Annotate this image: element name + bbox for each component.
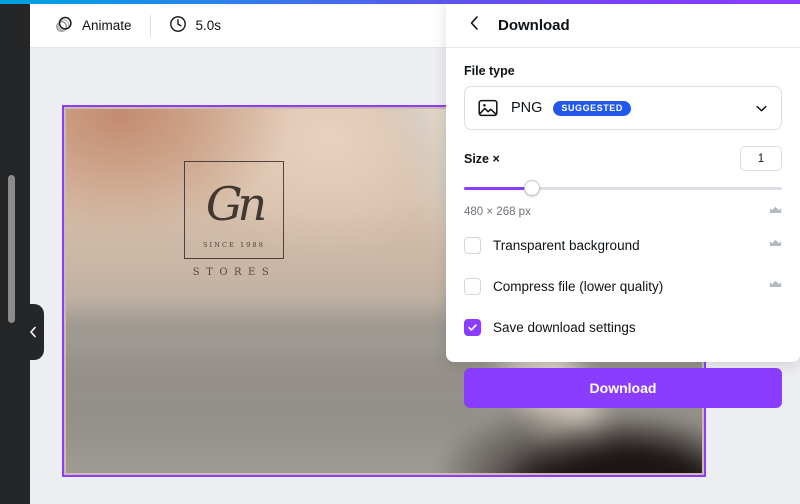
- checkbox-save-download-settings[interactable]: [464, 318, 481, 336]
- dimensions-text: 480 × 268 px: [464, 206, 531, 218]
- logo-monogram: Gn: [205, 177, 267, 231]
- canva-editor-window: Gn SINCE 1988 STORES Animate 5.0s Downlo…: [0, 0, 800, 504]
- crown-icon: [769, 277, 782, 295]
- sidebar-scrollbar[interactable]: [8, 175, 15, 323]
- dimensions-row: 480 × 268 px: [464, 203, 782, 221]
- checkbox-compress-file[interactable]: [464, 277, 481, 295]
- file-type-value: PNG: [511, 100, 543, 116]
- size-row: Size ×: [464, 146, 782, 171]
- image-icon: [477, 97, 499, 119]
- sidebar-collapse-button[interactable]: [22, 304, 44, 360]
- duration-button[interactable]: 5.0s: [161, 10, 230, 42]
- duration-label: 5.0s: [195, 18, 222, 33]
- clock-icon: [169, 15, 187, 36]
- download-button[interactable]: Download: [464, 368, 782, 408]
- option-label: Save download settings: [493, 319, 636, 335]
- download-panel-header: Download: [446, 4, 800, 48]
- download-panel-body: File type PNG SUGGESTED Size × 1 480 × 2…: [446, 48, 800, 408]
- panel-title: Download: [498, 17, 570, 34]
- option-label: Compress file (lower quality): [493, 278, 664, 294]
- size-slider[interactable]: [464, 180, 782, 196]
- animate-circles-icon: [54, 15, 73, 37]
- chevron-down-icon[interactable]: [754, 101, 769, 116]
- toolbar-divider: [149, 14, 151, 37]
- logo-brand-text: STORES: [192, 267, 276, 278]
- slider-fill: [464, 187, 533, 190]
- left-sidebar-rail: [0, 0, 30, 504]
- download-panel: Download File type PNG SUGGESTED Size × …: [446, 0, 800, 408]
- option-compress-file[interactable]: Compress file (lower quality): [464, 269, 782, 303]
- animate-button[interactable]: Animate: [46, 10, 140, 42]
- option-label: Transparent background: [493, 237, 640, 253]
- panel-back-button[interactable]: [460, 12, 488, 40]
- crown-icon: [769, 203, 782, 221]
- size-label: Size ×: [464, 151, 500, 166]
- suggested-badge: SUGGESTED: [553, 100, 631, 116]
- crown-icon: [769, 236, 782, 254]
- checkbox-transparent-background[interactable]: [464, 236, 481, 254]
- file-type-select[interactable]: PNG SUGGESTED: [464, 86, 782, 130]
- option-transparent-background[interactable]: Transparent background: [464, 228, 782, 262]
- chevron-left-icon: [29, 326, 37, 338]
- loading-progress-bar: [0, 0, 800, 4]
- size-multiplier-input[interactable]: [740, 146, 782, 171]
- logo-frame: Gn SINCE 1988: [184, 161, 284, 259]
- file-type-label: File type: [464, 64, 515, 78]
- option-save-download-settings[interactable]: Save download settings: [464, 310, 782, 344]
- animate-label: Animate: [82, 18, 132, 33]
- logo-since-text: SINCE 1988: [202, 241, 266, 249]
- editor-toolbar: Animate 5.0s: [30, 4, 446, 48]
- chevron-left-icon: [468, 15, 481, 36]
- slider-thumb[interactable]: [524, 180, 541, 196]
